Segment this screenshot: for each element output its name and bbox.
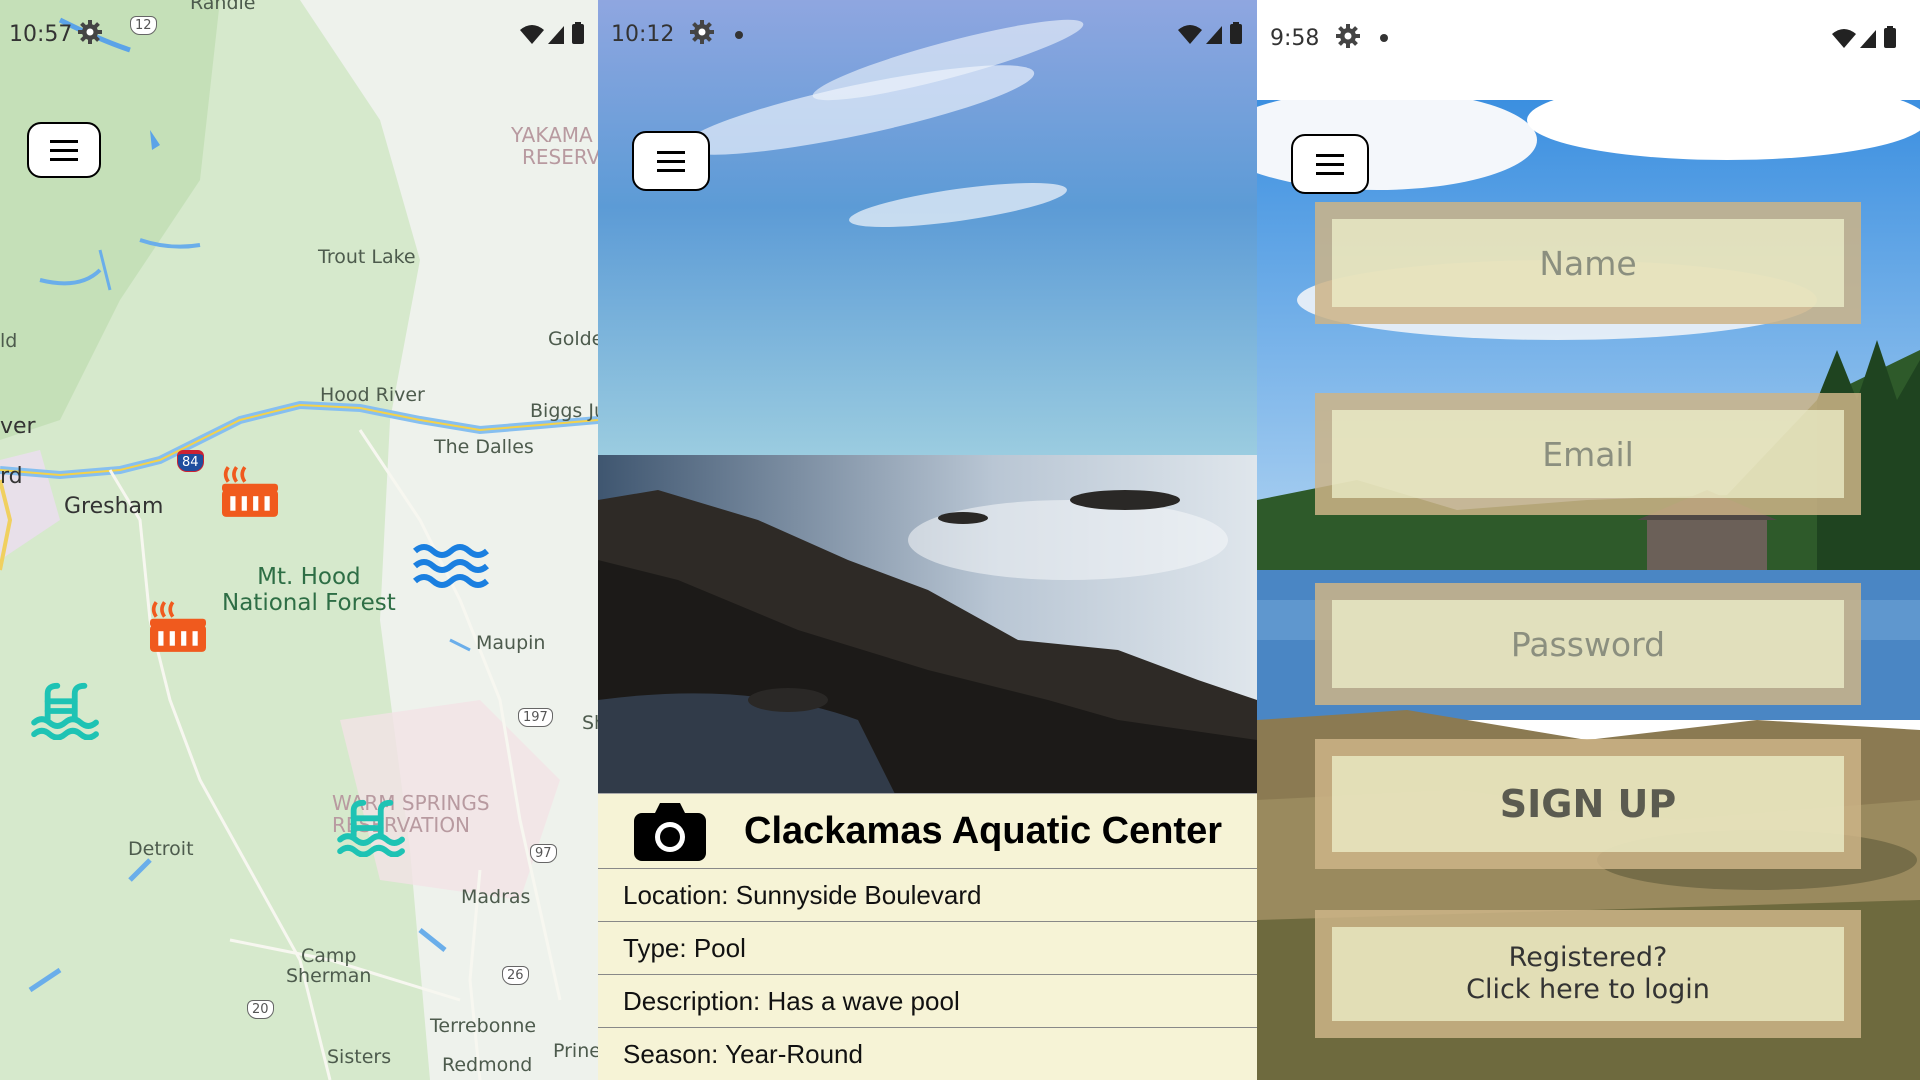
status-bar: 10:12 xyxy=(598,0,1257,70)
details-description-row: Description: Has a wave pool xyxy=(598,975,1257,1028)
hamburger-menu-icon xyxy=(1316,153,1344,175)
notification-dot-icon xyxy=(735,31,743,39)
swimming-pool-marker-icon[interactable] xyxy=(332,797,414,857)
status-bar: 10:57 xyxy=(0,0,598,70)
password-field-frame: Password xyxy=(1315,583,1861,705)
map-label-yakama: YAKAMA I xyxy=(511,123,598,147)
settings-gear-icon xyxy=(690,20,714,44)
map-label-camp-sherman: Camp Sherman xyxy=(286,946,371,986)
hot-spring-marker-icon[interactable] xyxy=(150,600,206,652)
route-197-shield: 197 xyxy=(518,708,553,727)
login-line-registered: Registered? xyxy=(1508,942,1668,973)
settings-gear-icon xyxy=(78,20,102,44)
wifi-signal-battery-icon xyxy=(520,22,584,44)
name-field[interactable]: Name xyxy=(1332,219,1844,307)
route-20-shield: 20 xyxy=(247,1000,274,1019)
login-link-frame: Registered? Click here to login xyxy=(1315,910,1861,1038)
camera-icon[interactable] xyxy=(634,801,706,861)
location-details-screen: 10:12 Clackamas Aquatic Center Location:… xyxy=(598,0,1257,1080)
map-label-the-dalles: The Dalles xyxy=(434,436,534,458)
location-details-card: Clackamas Aquatic Center Location: Sunny… xyxy=(598,793,1257,1080)
email-field-frame: Email xyxy=(1315,393,1861,515)
name-field-frame: Name xyxy=(1315,202,1861,324)
login-link-button[interactable]: Registered? Click here to login xyxy=(1332,927,1844,1021)
status-time: 10:12 xyxy=(611,22,675,47)
hamburger-menu-icon xyxy=(657,150,685,172)
map-label-terrebonne: Terrebonne xyxy=(430,1015,537,1037)
login-line-click-here: Click here to login xyxy=(1466,974,1710,1005)
map-label-ver: ver xyxy=(0,414,36,439)
map-label-rd: rd xyxy=(0,464,23,489)
signup-button-frame: SIGN UP xyxy=(1315,739,1861,869)
menu-button[interactable] xyxy=(1291,134,1369,194)
details-location-row: Location: Sunnyside Boulevard xyxy=(598,869,1257,922)
swimming-pool-marker-icon[interactable] xyxy=(26,680,108,740)
camp-line2: Sherman xyxy=(286,965,372,987)
status-time: 10:57 xyxy=(9,22,73,47)
menu-button[interactable] xyxy=(27,122,101,178)
map-label-biggs: Biggs Ju xyxy=(530,400,598,422)
map-label-hood-river: Hood River xyxy=(320,384,425,406)
status-bar: 9:58 xyxy=(1257,0,1920,100)
wifi-signal-battery-icon xyxy=(1178,22,1242,44)
map-label-madras: Madras xyxy=(461,886,531,908)
map-label-reservation: RESERVA xyxy=(522,145,598,169)
settings-gear-icon xyxy=(1336,24,1360,48)
map-label-maupin: Maupin xyxy=(476,632,546,654)
status-time: 9:58 xyxy=(1270,26,1320,51)
hamburger-menu-icon xyxy=(50,139,78,161)
menu-button[interactable] xyxy=(632,131,710,191)
notification-dot-icon xyxy=(1380,34,1388,42)
location-photo xyxy=(598,0,1257,800)
signup-button[interactable]: SIGN UP xyxy=(1332,756,1844,852)
map-label-trout-lake: Trout Lake xyxy=(318,246,416,268)
details-season-row: Season: Year-Round xyxy=(623,1039,863,1069)
details-header: Clackamas Aquatic Center xyxy=(598,794,1257,869)
map-label-sh: Sh xyxy=(582,712,598,734)
mt-hood-line2: National Forest xyxy=(222,590,396,616)
map-label-prineville: Prine xyxy=(553,1040,598,1062)
route-26-shield: 26 xyxy=(502,966,529,985)
map-label-detroit: Detroit xyxy=(128,838,194,860)
details-type-row: Type: Pool xyxy=(598,922,1257,975)
email-field[interactable]: Email xyxy=(1332,410,1844,498)
route-97-shield: 97 xyxy=(530,844,557,863)
map-label-golden: Golde xyxy=(548,328,598,350)
mt-hood-line1: Mt. Hood xyxy=(257,564,361,590)
signup-screen: 9:58 Name Email Password SIGN UP Registe… xyxy=(1257,0,1920,1080)
map-label-mt-hood: Mt. Hood National Forest xyxy=(222,564,396,616)
route-84-shield: 84 xyxy=(177,450,204,472)
map-label-sisters: Sisters xyxy=(327,1046,392,1068)
password-field[interactable]: Password xyxy=(1332,600,1844,688)
location-title: Clackamas Aquatic Center xyxy=(744,809,1223,852)
map-label-redmond: Redmond xyxy=(442,1054,533,1076)
map-label-gresham: Gresham xyxy=(64,494,164,519)
map-screen: 10:57 Randle 12 Trout Lake YAKAMA I RESE… xyxy=(0,0,598,1080)
map-label-ld: ld xyxy=(0,330,18,352)
river-waves-marker-icon[interactable] xyxy=(413,540,489,590)
hot-spring-marker-icon[interactable] xyxy=(222,465,278,517)
camp-line1: Camp xyxy=(300,945,357,967)
wifi-signal-battery-icon xyxy=(1832,26,1896,48)
